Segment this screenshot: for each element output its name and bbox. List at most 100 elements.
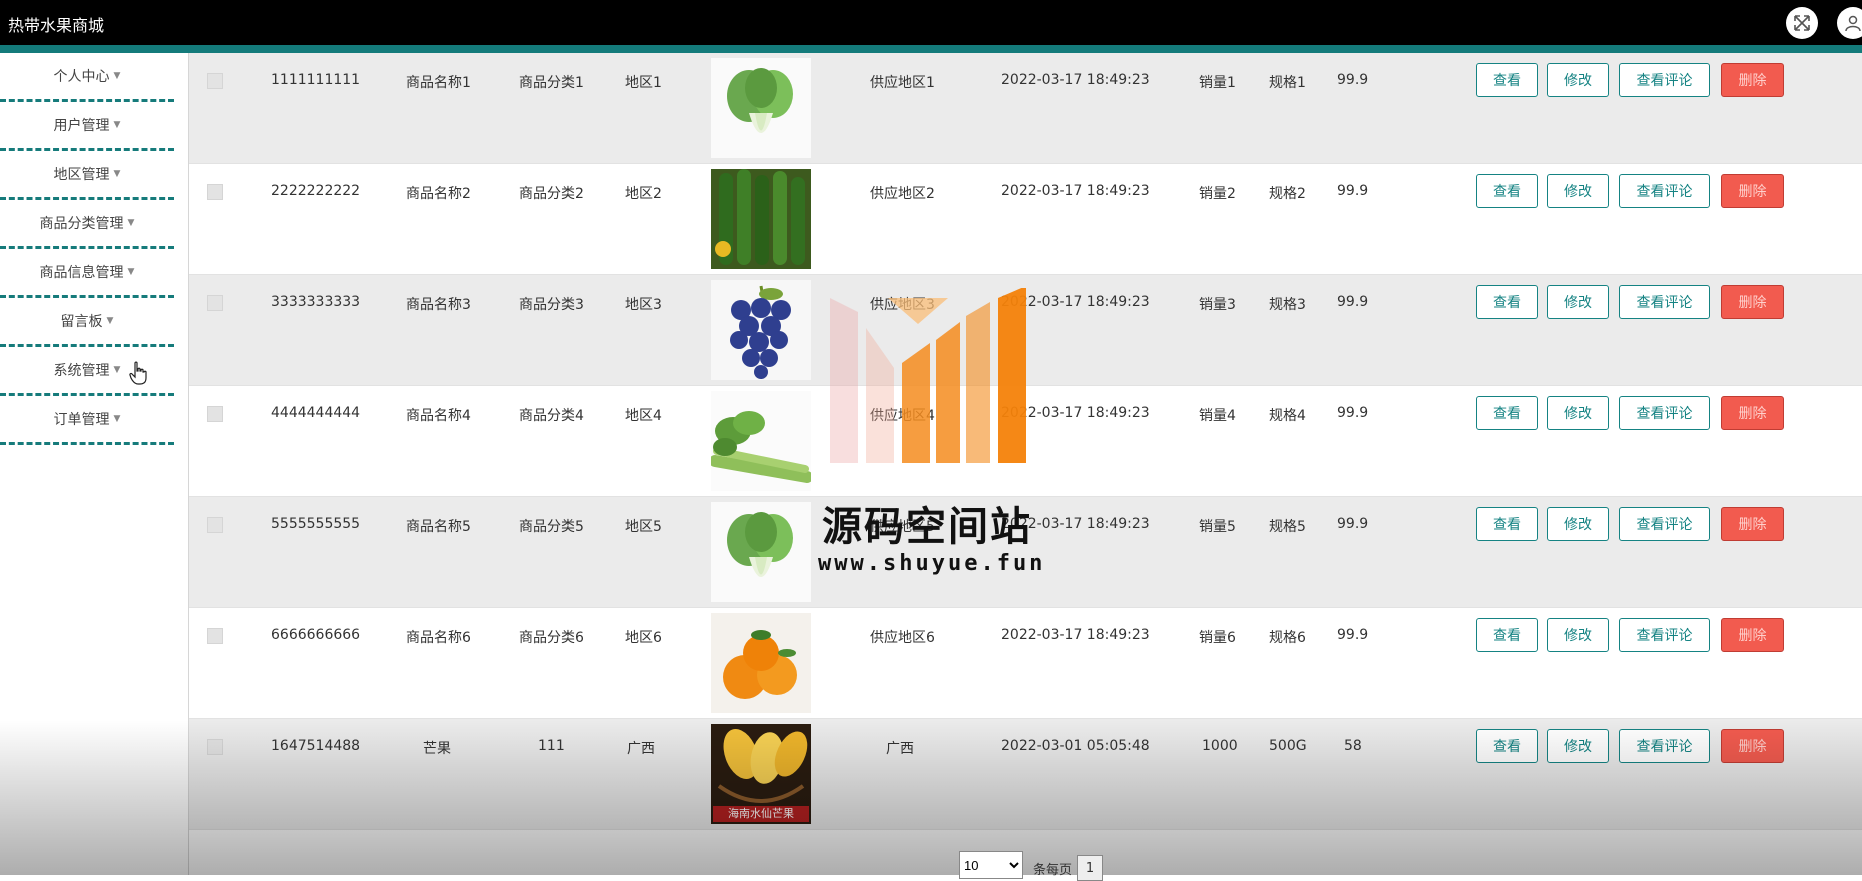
sidebar-item-products[interactable]: 商品信息管理 ▼: [0, 249, 174, 298]
product-category: 商品分类6: [519, 630, 584, 646]
product-image-grapes: [711, 280, 811, 380]
product-image-celery: [711, 391, 811, 491]
product-image-oranges: [711, 613, 811, 713]
view-button[interactable]: 查看: [1476, 285, 1538, 319]
created-time: 2022-03-17 18:49:23: [1001, 294, 1150, 310]
edit-button[interactable]: 修改: [1547, 63, 1609, 97]
view-button[interactable]: 查看: [1476, 63, 1538, 97]
page-number-button[interactable]: 1: [1077, 855, 1103, 881]
spec: 规格2: [1269, 186, 1306, 202]
product-category: 商品分类5: [519, 519, 584, 535]
product-region: 地区5: [625, 519, 662, 535]
sidebar-item-label: 留言板: [60, 314, 103, 330]
product-region: 地区6: [625, 630, 662, 646]
supply-region: 供应地区4: [870, 408, 935, 424]
sidebar-item-label: 商品分类管理: [39, 216, 124, 232]
created-time: 2022-03-17 18:49:23: [1001, 627, 1150, 643]
sidebar-item-system[interactable]: 系统管理 ▼: [0, 347, 174, 396]
view-button[interactable]: 查看: [1476, 174, 1538, 208]
supply-region: 广西: [886, 741, 914, 757]
row-checkbox[interactable]: [207, 295, 223, 311]
product-name: 商品名称1: [406, 75, 471, 91]
edit-button[interactable]: 修改: [1547, 174, 1609, 208]
sidebar: 个人中心 ▼ 用户管理 ▼ 地区管理 ▼ 商品分类管理 ▼ 商品信息管理 ▼ 留言板 ▼ 系…: [0, 53, 189, 875]
row-checkbox[interactable]: [207, 739, 223, 755]
product-id: 5555555555: [271, 516, 361, 532]
caret-down-icon: ▼: [113, 169, 121, 179]
expand-icon[interactable]: [1786, 7, 1818, 39]
delete-button[interactable]: 删除: [1721, 396, 1784, 430]
spec: 规格3: [1269, 297, 1306, 313]
sidebar-item-orders[interactable]: 订单管理 ▼: [0, 396, 174, 445]
view-comments-button[interactable]: 查看评论: [1619, 63, 1710, 97]
edit-button[interactable]: 修改: [1547, 618, 1609, 652]
product-region: 地区2: [625, 186, 662, 202]
sidebar-item-users[interactable]: 用户管理 ▼: [0, 102, 174, 151]
supply-region: 供应地区1: [870, 75, 935, 91]
view-button[interactable]: 查看: [1476, 507, 1538, 541]
view-button[interactable]: 查看: [1476, 729, 1538, 763]
created-time: 2022-03-01 05:05:48: [1001, 738, 1150, 754]
product-id: 4444444444: [271, 405, 361, 421]
price: 99.9: [1337, 183, 1369, 199]
table-row: 6666666666 商品名称6 商品分类6 地区6 供应地区6 2022-03…: [189, 608, 1862, 719]
spec: 500G: [1269, 738, 1307, 754]
product-id: 3333333333: [271, 294, 361, 310]
edit-button[interactable]: 修改: [1547, 729, 1609, 763]
sidebar-item-personal-center[interactable]: 个人中心 ▼: [0, 53, 174, 102]
row-checkbox[interactable]: [207, 628, 223, 644]
product-category: 商品分类1: [519, 75, 584, 91]
spec: 规格4: [1269, 408, 1306, 424]
delete-button[interactable]: 删除: [1721, 507, 1784, 541]
product-name: 商品名称4: [406, 408, 471, 424]
product-category: 商品分类4: [519, 408, 584, 424]
caret-down-icon: ▼: [113, 365, 121, 375]
sidebar-item-regions[interactable]: 地区管理 ▼: [0, 151, 174, 200]
delete-button[interactable]: 删除: [1721, 63, 1784, 97]
hand-cursor-icon: [129, 361, 147, 385]
delete-button[interactable]: 删除: [1721, 285, 1784, 319]
table-row: 1111111111 商品名称1 商品分类1 地区1 供应地区1 2022-03…: [189, 53, 1862, 164]
delete-button[interactable]: 删除: [1721, 729, 1784, 763]
supply-region: 供应地区2: [870, 186, 935, 202]
view-button[interactable]: 查看: [1476, 396, 1538, 430]
product-name: 商品名称5: [406, 519, 471, 535]
delete-button[interactable]: 删除: [1721, 174, 1784, 208]
edit-button[interactable]: 修改: [1547, 285, 1609, 319]
price: 99.9: [1337, 405, 1369, 421]
product-name: 芒果: [423, 741, 451, 757]
view-button[interactable]: 查看: [1476, 618, 1538, 652]
sales: 销量6: [1199, 630, 1236, 646]
created-time: 2022-03-17 18:49:23: [1001, 405, 1150, 421]
top-bar: 热带水果商城: [0, 0, 1862, 45]
view-comments-button[interactable]: 查看评论: [1619, 174, 1710, 208]
sidebar-item-categories[interactable]: 商品分类管理 ▼: [0, 200, 174, 249]
price: 99.9: [1337, 72, 1369, 88]
sidebar-item-label: 个人中心: [53, 69, 110, 85]
row-checkbox[interactable]: [207, 517, 223, 533]
row-checkbox[interactable]: [207, 184, 223, 200]
watermark-title: 源码空间站: [822, 504, 1032, 550]
product-table: 1111111111 商品名称1 商品分类1 地区1 供应地区1 2022-03…: [189, 53, 1862, 830]
row-checkbox[interactable]: [207, 406, 223, 422]
edit-button[interactable]: 修改: [1547, 507, 1609, 541]
sales: 销量1: [1199, 75, 1236, 91]
supply-region: 供应地区3: [870, 297, 935, 313]
sales: 销量4: [1199, 408, 1236, 424]
view-comments-button[interactable]: 查看评论: [1619, 396, 1710, 430]
delete-button[interactable]: 删除: [1721, 618, 1784, 652]
view-comments-button[interactable]: 查看评论: [1619, 507, 1710, 541]
product-name: 商品名称2: [406, 186, 471, 202]
sidebar-item-label: 订单管理: [53, 412, 110, 428]
view-comments-button[interactable]: 查看评论: [1619, 729, 1710, 763]
edit-button[interactable]: 修改: [1547, 396, 1609, 430]
spec: 规格6: [1269, 630, 1306, 646]
product-id: 2222222222: [271, 183, 361, 199]
user-icon[interactable]: [1837, 7, 1862, 39]
row-checkbox[interactable]: [207, 73, 223, 89]
sidebar-item-message-board[interactable]: 留言板 ▼: [0, 298, 174, 347]
view-comments-button[interactable]: 查看评论: [1619, 285, 1710, 319]
created-time: 2022-03-17 18:49:23: [1001, 72, 1150, 88]
sidebar-item-label: 商品信息管理: [39, 265, 124, 281]
view-comments-button[interactable]: 查看评论: [1619, 618, 1710, 652]
